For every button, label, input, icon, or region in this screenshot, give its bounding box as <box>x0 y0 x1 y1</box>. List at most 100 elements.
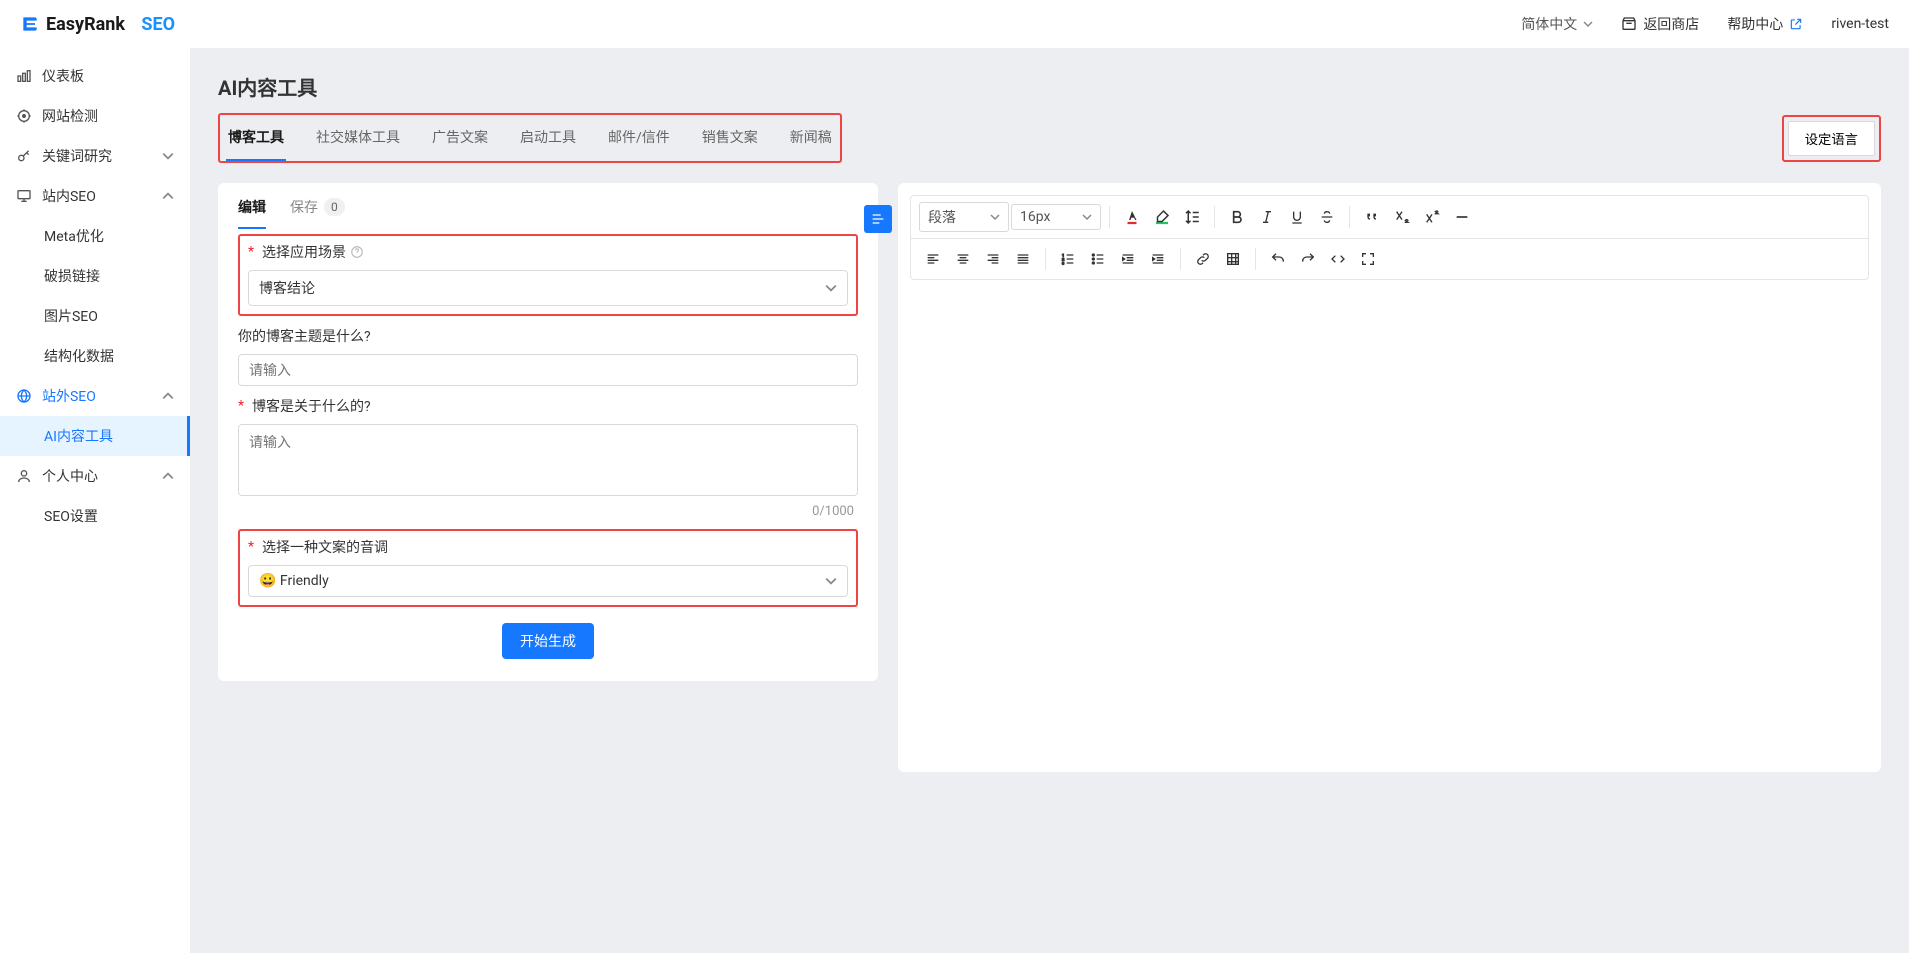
chevron-down-icon <box>162 150 174 162</box>
nav-dashboard[interactable]: 仪表板 <box>0 56 190 96</box>
help-icon[interactable] <box>350 245 364 259</box>
chevron-down-icon <box>825 575 837 587</box>
tab-social[interactable]: 社交媒体工具 <box>314 119 402 161</box>
tab-blog[interactable]: 博客工具 <box>226 119 286 161</box>
dashboard-icon <box>16 68 32 84</box>
divider <box>1349 206 1350 228</box>
header-help[interactable]: 帮助中心 <box>1727 14 1803 34</box>
nav-offsite-seo[interactable]: 站外SEO <box>0 376 190 416</box>
nav-onsite-seo[interactable]: 站内SEO <box>0 176 190 216</box>
code-icon[interactable] <box>1324 245 1352 273</box>
editor-paragraph-select[interactable]: 段落 <box>919 202 1009 232</box>
bold-icon[interactable] <box>1223 203 1251 231</box>
italic-icon[interactable] <box>1253 203 1281 231</box>
tone-select[interactable]: 😀 Friendly <box>248 565 848 597</box>
nav-imgseo[interactable]: 图片SEO <box>0 296 190 336</box>
nav-profile[interactable]: 个人中心 <box>0 456 190 496</box>
subscript-icon[interactable] <box>1388 203 1416 231</box>
divider <box>1180 248 1181 270</box>
divider <box>1255 248 1256 270</box>
logo-icon <box>20 14 40 34</box>
quote-icon[interactable] <box>1358 203 1386 231</box>
indent-icon[interactable] <box>1144 245 1172 273</box>
target-icon <box>16 108 32 124</box>
chevron-down-icon <box>1082 212 1092 222</box>
divider <box>1045 248 1046 270</box>
unordered-list-icon[interactable] <box>1084 245 1112 273</box>
nav-keyword[interactable]: 关键词研究 <box>0 136 190 176</box>
link-icon[interactable] <box>1189 245 1217 273</box>
set-language-highlight: 设定语言 <box>1782 115 1881 162</box>
sidebar: 仪表板 网站检测 关键词研究 站内SEO Meta优化 破损链接 图片SEO 结… <box>0 48 190 953</box>
scene-value: 博客结论 <box>259 278 315 298</box>
header-help-label: 帮助中心 <box>1727 14 1783 34</box>
align-left-icon[interactable] <box>919 245 947 273</box>
editor-toolbar: 段落 16px <box>910 195 1869 280</box>
content-tabs-highlight: 博客工具 社交媒体工具 广告文案 启动工具 邮件/信件 销售文案 新闻稿 <box>218 113 842 163</box>
fullscreen-icon[interactable] <box>1354 245 1382 273</box>
chevron-up-icon <box>162 190 174 202</box>
panel-toggle-icon[interactable] <box>864 205 892 233</box>
line-height-icon[interactable] <box>1178 203 1206 231</box>
tab-press[interactable]: 新闻稿 <box>788 119 834 161</box>
set-language-button[interactable]: 设定语言 <box>1788 121 1875 156</box>
undo-icon[interactable] <box>1264 245 1292 273</box>
editor-content[interactable] <box>898 292 1881 772</box>
form-card: 编辑 保存 0 选择应用场景 博 <box>218 183 878 681</box>
ordered-list-icon[interactable]: 123 <box>1054 245 1082 273</box>
logo-text-2: SEO <box>141 14 175 35</box>
scene-select[interactable]: 博客结论 <box>248 270 848 306</box>
tab-ad[interactable]: 广告文案 <box>430 119 490 161</box>
chevron-down-icon <box>1583 19 1593 29</box>
tab-mail[interactable]: 邮件/信件 <box>606 119 672 161</box>
nav-ai-tool[interactable]: AI内容工具 <box>0 416 190 456</box>
align-right-icon[interactable] <box>979 245 1007 273</box>
horizontal-rule-icon[interactable] <box>1448 203 1476 231</box>
form-tab-edit[interactable]: 编辑 <box>238 197 266 229</box>
topic-input[interactable] <box>238 354 858 386</box>
scene-field-highlight: 选择应用场景 博客结论 <box>238 234 858 316</box>
svg-text:3: 3 <box>1062 260 1064 265</box>
highlight-color-icon[interactable] <box>1148 203 1176 231</box>
external-link-icon <box>1789 17 1803 31</box>
logo-text-1: EasyRank <box>46 14 125 35</box>
divider <box>1109 206 1110 228</box>
chevron-down-icon <box>825 282 837 294</box>
about-textarea[interactable] <box>238 424 858 496</box>
logo: EasyRank SEO <box>20 14 175 35</box>
key-icon <box>16 148 32 164</box>
nav-structured[interactable]: 结构化数据 <box>0 336 190 376</box>
nav-keyword-label: 关键词研究 <box>42 146 112 166</box>
underline-icon[interactable] <box>1283 203 1311 231</box>
text-color-icon[interactable] <box>1118 203 1146 231</box>
divider <box>1214 206 1215 228</box>
form-tab-save[interactable]: 保存 0 <box>290 197 345 229</box>
scene-label: 选择应用场景 <box>248 242 848 262</box>
align-center-icon[interactable] <box>949 245 977 273</box>
tab-launch[interactable]: 启动工具 <box>518 119 578 161</box>
about-label: 博客是关于什么的? <box>238 396 858 416</box>
header-language-label: 简体中文 <box>1521 14 1577 34</box>
editor-fontsize-select[interactable]: 16px <box>1011 204 1101 230</box>
outdent-icon[interactable] <box>1114 245 1142 273</box>
superscript-icon[interactable] <box>1418 203 1446 231</box>
monitor-icon <box>16 188 32 204</box>
nav-meta[interactable]: Meta优化 <box>0 216 190 256</box>
tab-sales[interactable]: 销售文案 <box>700 119 760 161</box>
nav-broken[interactable]: 破损链接 <box>0 256 190 296</box>
header-back-label: 返回商店 <box>1643 14 1699 34</box>
table-icon[interactable] <box>1219 245 1247 273</box>
generate-button[interactable]: 开始生成 <box>502 623 594 659</box>
tone-value: 😀 Friendly <box>259 573 329 589</box>
redo-icon[interactable] <box>1294 245 1322 273</box>
nav-seo-settings[interactable]: SEO设置 <box>0 496 190 536</box>
user-icon <box>16 468 32 484</box>
header-back-store[interactable]: 返回商店 <box>1621 14 1699 34</box>
header-user-label: riven-test <box>1831 16 1889 32</box>
header-user[interactable]: riven-test <box>1831 16 1889 32</box>
nav-site-check[interactable]: 网站检测 <box>0 96 190 136</box>
strikethrough-icon[interactable] <box>1313 203 1341 231</box>
align-justify-icon[interactable] <box>1009 245 1037 273</box>
header-language-select[interactable]: 简体中文 <box>1521 14 1593 34</box>
tone-field-highlight: 选择一种文案的音调 😀 Friendly <box>238 529 858 607</box>
